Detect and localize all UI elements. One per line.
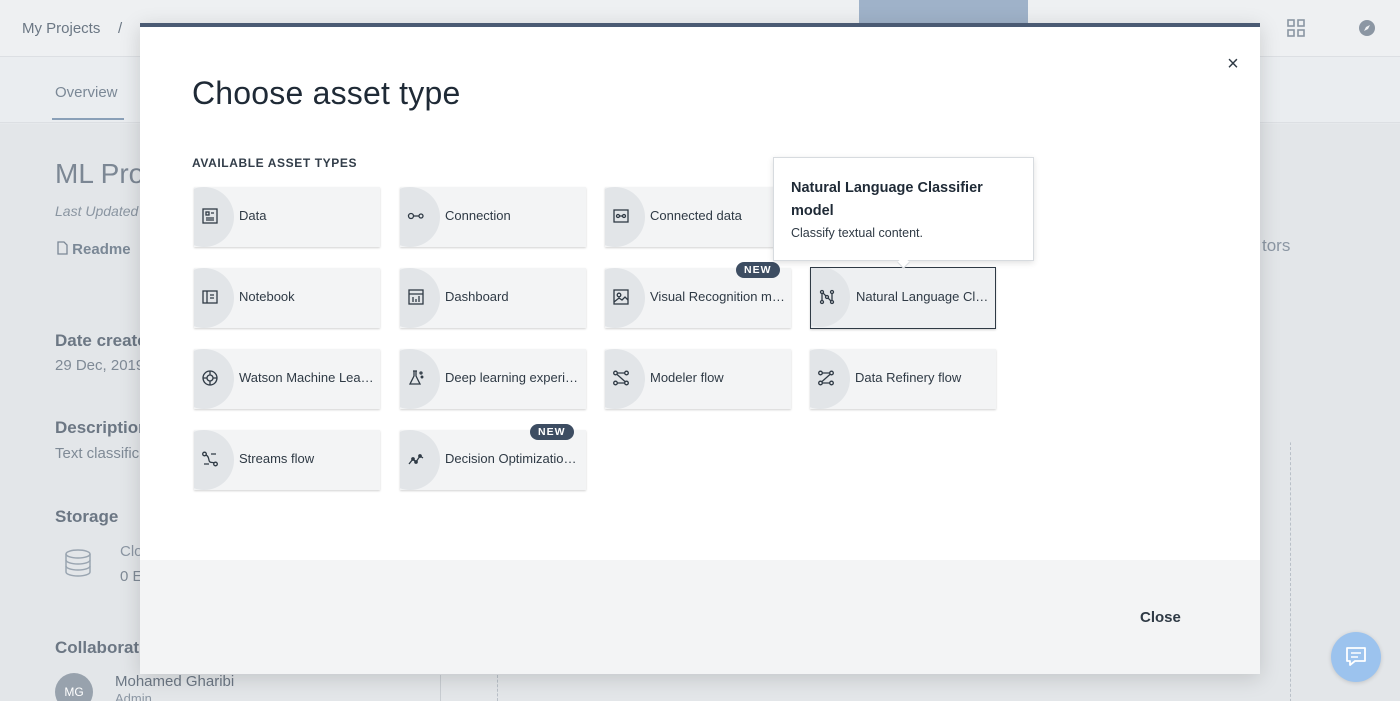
asset-tile-label: Deep learning experiment xyxy=(445,370,581,385)
asset-tile-label: Data Refinery flow xyxy=(855,370,962,385)
readme-link[interactable]: Readme xyxy=(57,241,131,258)
asset-tile-label: Visual Recognition model xyxy=(650,289,786,304)
new-badge: NEW xyxy=(736,262,780,278)
date-created-value: 29 Dec, 2019 xyxy=(55,357,145,374)
decision-optimization-icon xyxy=(407,450,425,468)
member-name: Mohamed Gharibi xyxy=(115,673,235,690)
divider xyxy=(440,675,441,701)
asset-tile-label: Streams flow xyxy=(239,451,315,466)
tab-overview[interactable]: Overview xyxy=(55,84,118,101)
asset-tile-streams-flow[interactable]: Streams flow xyxy=(194,430,380,490)
asset-tile-connection[interactable]: Connection xyxy=(400,187,586,247)
asset-tile-modeler-flow[interactable]: Modeler flow xyxy=(605,349,791,409)
chat-icon xyxy=(1346,647,1366,666)
compass-icon[interactable] xyxy=(1357,18,1377,38)
asset-tile-data[interactable]: Data xyxy=(194,187,380,247)
asset-tile-watson-machine-learning[interactable]: Watson Machine Learning model xyxy=(194,349,380,409)
asset-tile-connected-data[interactable]: Connected data xyxy=(605,187,791,247)
available-asset-types-label: AVAILABLE ASSET TYPES xyxy=(192,156,358,170)
asset-tile-label: Watson Machine Learning model xyxy=(239,370,375,385)
streams-flow-icon xyxy=(201,450,219,468)
data-refinery-icon xyxy=(817,369,835,387)
visual-recognition-icon xyxy=(612,288,630,306)
dialog-footer: Close xyxy=(140,560,1260,674)
asset-tile-label: Data xyxy=(239,208,267,223)
breadcrumb-separator: / xyxy=(118,20,123,37)
breadcrumb-my-projects[interactable]: My Projects xyxy=(22,20,100,37)
member-role: Admin xyxy=(115,691,152,701)
asset-tile-label: Connected data xyxy=(650,208,742,223)
close-button[interactable]: Close xyxy=(1140,609,1181,626)
drop-zone-edge xyxy=(497,675,498,701)
storage-label: Storage xyxy=(55,507,119,526)
project-title: ML Proj xyxy=(55,158,151,189)
asset-tile-dashboard[interactable]: Dashboard xyxy=(400,268,586,328)
description-value: Text classific xyxy=(55,445,140,462)
collaborators-side-text: tors xyxy=(1262,236,1291,255)
asset-tile-deep-learning-experiment[interactable]: Deep learning experiment xyxy=(400,349,586,409)
asset-tile-label: Notebook xyxy=(239,289,295,304)
data-icon xyxy=(201,207,219,225)
description-label: Description xyxy=(55,418,149,437)
flask-icon xyxy=(407,369,425,387)
storage-icon xyxy=(63,548,93,578)
active-tab-indicator xyxy=(52,118,124,120)
modeler-flow-icon xyxy=(612,369,630,387)
wml-icon xyxy=(201,369,219,387)
date-created-label: Date create xyxy=(55,331,147,350)
dialog-title: Choose asset type xyxy=(192,75,461,111)
dashboard-icon xyxy=(407,288,425,306)
apps-grid-icon[interactable] xyxy=(1286,18,1306,38)
chat-button[interactable] xyxy=(1331,632,1381,682)
asset-tile-notebook[interactable]: Notebook xyxy=(194,268,380,328)
connection-icon xyxy=(407,207,425,225)
choose-asset-type-dialog: Choose asset type × AVAILABLE ASSET TYPE… xyxy=(140,23,1260,674)
asset-tile-label: Dashboard xyxy=(445,289,509,304)
notebook-icon xyxy=(201,288,219,306)
asset-tile-label: Connection xyxy=(445,208,511,223)
nlc-icon xyxy=(818,288,836,306)
connected-data-icon xyxy=(612,207,630,225)
readme-label: Readme xyxy=(72,241,131,258)
tooltip-description: Classify textual content. xyxy=(791,226,924,240)
new-badge: NEW xyxy=(530,424,574,440)
collaborators-label: Collaborat xyxy=(55,638,140,657)
document-icon xyxy=(57,241,68,255)
close-icon[interactable]: × xyxy=(1222,53,1244,75)
asset-tile-label: Natural Language Classifier model xyxy=(856,289,992,304)
asset-tile-label: Decision Optimization model xyxy=(445,451,581,466)
asset-type-tooltip: Natural Language Classifier model Classi… xyxy=(773,157,1034,269)
tooltip-title: Natural Language Classifier model xyxy=(791,180,983,219)
asset-tile-data-refinery-flow[interactable]: Data Refinery flow xyxy=(810,349,996,409)
add-to-project-button[interactable] xyxy=(859,0,1028,24)
asset-tile-label: Modeler flow xyxy=(650,370,724,385)
asset-tile-natural-language-classifier[interactable]: Natural Language Classifier model xyxy=(810,267,996,329)
last-updated-text: Last Updated xyxy=(55,203,139,219)
